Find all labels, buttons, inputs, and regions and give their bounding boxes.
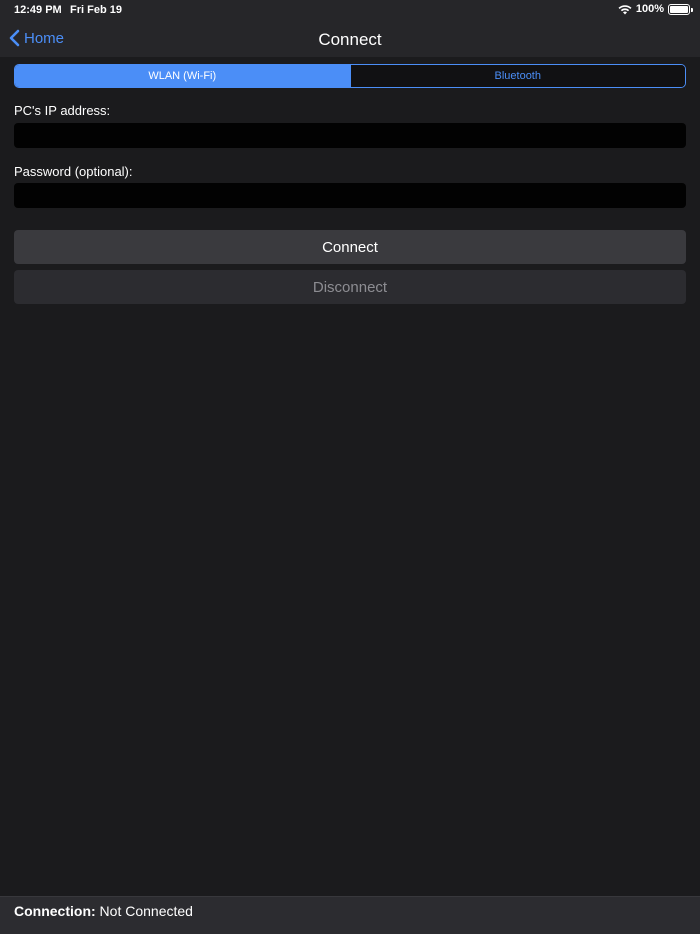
wifi-icon (618, 4, 632, 14)
connect-screen: 12:49 PM Fri Feb 19 100% Home Connect WL… (0, 0, 700, 934)
connection-status-label: Connection: (14, 903, 96, 919)
connection-type-segmented-control: WLAN (Wi-Fi) Bluetooth (14, 64, 686, 88)
status-indicators: 100% (618, 3, 693, 15)
top-bar: 12:49 PM Fri Feb 19 100% Home Connect (0, 0, 700, 57)
battery-percent: 100% (635, 3, 664, 15)
status-date: Fri Feb 19 (70, 4, 122, 16)
ip-address-label: PC's IP address: (14, 103, 111, 118)
password-field[interactable] (14, 183, 686, 208)
connection-status: Connection: Not Connected (14, 903, 193, 919)
navigation-bar: Home Connect (0, 20, 700, 57)
ip-address-field[interactable] (14, 123, 686, 148)
connect-button[interactable]: Connect (14, 230, 686, 264)
connection-status-value: Not Connected (99, 903, 193, 919)
status-time: 12:49 PM (14, 4, 62, 16)
disconnect-button[interactable]: Disconnect (14, 270, 686, 304)
segment-bluetooth[interactable]: Bluetooth (349, 65, 685, 87)
password-label: Password (optional): (14, 164, 133, 179)
battery-icon (668, 3, 693, 15)
segment-wlan[interactable]: WLAN (Wi-Fi) (15, 65, 350, 87)
connection-status-footer: Connection: Not Connected (0, 896, 700, 934)
page-title: Connect (318, 30, 382, 49)
status-bar: 12:49 PM Fri Feb 19 100% (0, 0, 700, 20)
